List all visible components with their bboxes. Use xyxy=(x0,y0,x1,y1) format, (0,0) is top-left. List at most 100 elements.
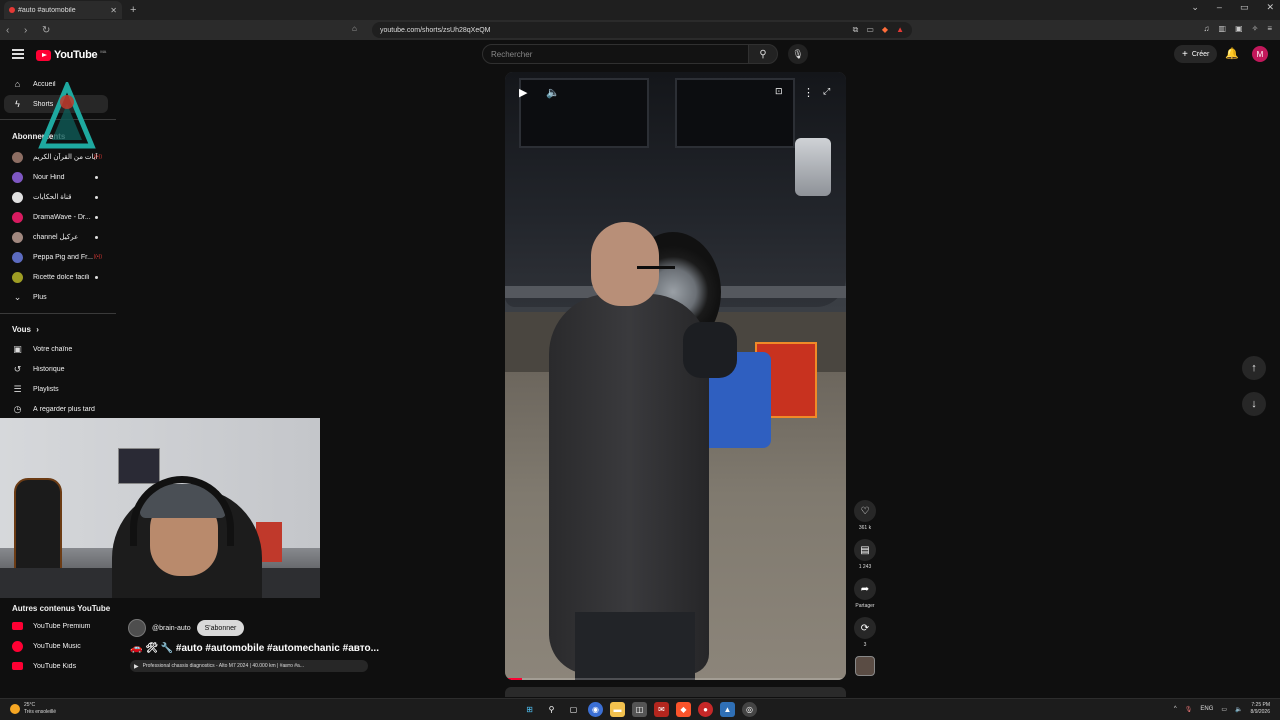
new-content-dot xyxy=(95,175,98,179)
related-video-chip[interactable]: ▶ Professional chassis diagnostics - Alt… xyxy=(130,660,368,672)
mechanic-legs xyxy=(575,612,695,680)
sidebar-item-premium[interactable]: YouTube Premium xyxy=(4,617,108,635)
subscribe-button[interactable]: S'abonner xyxy=(196,620,245,636)
video-title[interactable]: 🚗 🛠 🔧 #auto #automobile #automechanic #а… xyxy=(130,643,379,654)
home-icon: ⌂ xyxy=(14,79,21,89)
share-button[interactable]: ➦ xyxy=(854,578,876,600)
play-icon[interactable]: ▶ xyxy=(519,86,527,99)
comment-button[interactable]: ▤ xyxy=(854,539,876,561)
photos-icon[interactable]: ▲ xyxy=(720,702,735,717)
sidebar-subscription[interactable]: Nour Hind xyxy=(4,168,108,186)
mail-icon[interactable]: ✉ xyxy=(654,702,669,717)
sidebar-item-history[interactable]: ↺ Historique xyxy=(4,360,108,378)
rewards-icon[interactable]: ▲ xyxy=(896,25,904,35)
forward-icon[interactable]: › xyxy=(24,25,36,36)
reload-icon[interactable]: ↻ xyxy=(42,25,54,36)
wallet-icon[interactable]: ▣ xyxy=(1235,24,1243,33)
tab-close-icon[interactable]: ✕ xyxy=(110,6,117,15)
remix-icon: ⟳ xyxy=(860,622,870,634)
sidebar-icon[interactable]: ▥ xyxy=(1219,24,1227,33)
previous-short-button[interactable]: ↑ xyxy=(1242,356,1266,380)
chrome-icon[interactable]: ◎ xyxy=(742,702,757,717)
brave-browser-icon[interactable]: ◆ xyxy=(676,702,691,717)
sidebar-item-watch-later[interactable]: ◷ À regarder plus tard xyxy=(4,400,108,418)
shorts-video-player[interactable]: ▶ 🔈 ⊡ ⋮ ⤢ xyxy=(505,72,846,680)
search-button[interactable]: ⚲ xyxy=(748,44,778,64)
account-avatar[interactable]: M xyxy=(1252,46,1268,62)
tab-search-icon[interactable]: ⌄ xyxy=(1191,2,1199,13)
new-content-dot xyxy=(95,215,98,219)
music-icon[interactable]: ♫ xyxy=(1204,24,1210,33)
voice-search-button[interactable]: 🎙 xyxy=(788,44,808,64)
sidebar-item-your-channel[interactable]: ▣ Votre chaîne xyxy=(4,340,108,358)
playlist-icon: ☰ xyxy=(13,383,22,394)
search-box: Rechercher ⚲ xyxy=(482,44,778,64)
create-button[interactable]: + Créer xyxy=(1174,45,1218,63)
sidebar-subscription[interactable]: Peppa Pig and Fr... ((•)) xyxy=(4,248,108,266)
you-heading[interactable]: Vous › xyxy=(12,325,39,334)
sidebar-item-more[interactable]: ⌄ Plus xyxy=(4,288,108,306)
mic-tray-icon[interactable]: 🎙 xyxy=(1185,706,1193,713)
channel-icon: ▣ xyxy=(13,343,22,354)
speaker-icon[interactable]: 🔈 xyxy=(1235,706,1242,713)
store-icon[interactable]: ◫ xyxy=(632,702,647,717)
channel-avatar[interactable] xyxy=(128,619,146,637)
sidebar-item-label: Plus xyxy=(33,293,47,301)
obs-icon[interactable]: ● xyxy=(698,702,713,717)
cast-icon[interactable]: ▭ xyxy=(866,25,874,35)
captions-icon[interactable]: ⊡ xyxy=(775,86,783,97)
minimize-button[interactable]: – xyxy=(1217,2,1222,13)
search-input[interactable]: Rechercher xyxy=(482,44,750,64)
sidebar-subscription[interactable]: DramaWave - Dr... xyxy=(4,208,108,226)
sidebar-subscription[interactable]: قناة الحكايات xyxy=(4,188,108,206)
file-explorer-icon[interactable]: ▬ xyxy=(610,702,625,717)
search-icon[interactable]: ⚲ xyxy=(544,702,559,717)
you-label: Vous xyxy=(12,325,31,334)
clock[interactable]: 7:25 PM 8/9/2026 xyxy=(1251,702,1270,716)
remix-button[interactable]: ⟳ xyxy=(854,617,876,639)
bookmark-icon[interactable]: ⌂ xyxy=(352,24,364,33)
copilot-icon[interactable]: ◉ xyxy=(588,702,603,717)
hamburger-menu-icon[interactable] xyxy=(12,49,24,59)
back-icon[interactable]: ‹ xyxy=(6,25,18,36)
maximize-button[interactable]: ▭ xyxy=(1240,2,1249,13)
sidebar-subscription[interactable]: channel عركيل xyxy=(4,228,108,246)
sidebar-item-label: Playlists xyxy=(33,385,59,393)
more-options-icon[interactable]: ⋮ xyxy=(803,86,814,99)
related-video-title: Professional chassis diagnostics - Alto … xyxy=(142,663,304,669)
chevron-up-icon[interactable]: ^ xyxy=(1174,706,1177,712)
next-short-preview[interactable] xyxy=(505,687,846,697)
channel-name[interactable]: @brain-auto xyxy=(152,625,191,632)
sidebar-item-music[interactable]: YouTube Music xyxy=(4,637,108,655)
sidebar-item-label: آيات من القرآن الكريم xyxy=(33,154,98,161)
brave-shield-icon[interactable]: ◆ xyxy=(882,25,888,35)
sound-thumbnail[interactable] xyxy=(855,656,875,676)
leo-icon[interactable]: ✧ xyxy=(1252,24,1259,33)
next-short-button[interactable]: ↓ xyxy=(1242,392,1266,416)
url-field[interactable]: youtube.com/shorts/zsUh28qXeQM ⧉ ▭ ◆ ▲ xyxy=(372,22,912,38)
task-view-icon[interactable]: ▢ xyxy=(566,702,581,717)
network-icon[interactable]: ▭ xyxy=(1221,706,1227,713)
like-button[interactable]: ♡ xyxy=(854,500,876,522)
sidebar-item-playlists[interactable]: ☰ Playlists xyxy=(4,380,108,398)
notifications-bell-icon[interactable]: 🔔 xyxy=(1225,47,1239,60)
browser-tab[interactable]: #auto #automobile ✕ xyxy=(4,1,122,19)
sidebar-subscription[interactable]: Ricette dolce facili xyxy=(4,268,108,286)
youtube-play-icon xyxy=(36,49,51,61)
language-indicator[interactable]: ENG xyxy=(1200,706,1213,712)
fullscreen-icon[interactable]: ⤢ xyxy=(823,86,830,97)
mic-icon: 🎙 xyxy=(792,48,804,59)
new-content-dot xyxy=(95,235,98,239)
close-window-button[interactable]: ✕ xyxy=(1266,2,1274,13)
translate-icon[interactable]: ⧉ xyxy=(853,25,859,35)
sidebar-item-kids[interactable]: YouTube Kids xyxy=(4,657,108,675)
menu-icon[interactable]: ≡ xyxy=(1267,24,1272,33)
new-tab-button[interactable]: + xyxy=(130,4,136,16)
windows-start-icon[interactable]: ⊞ xyxy=(522,702,537,717)
video-progress-bar[interactable] xyxy=(505,678,846,680)
sound-action xyxy=(852,656,878,676)
volume-icon[interactable]: 🔈 xyxy=(546,86,560,99)
new-content-dot xyxy=(95,195,98,199)
weather-widget[interactable]: 25°C Très ensoleillé xyxy=(10,702,56,716)
youtube-logo[interactable]: YouTube MA xyxy=(36,49,106,61)
